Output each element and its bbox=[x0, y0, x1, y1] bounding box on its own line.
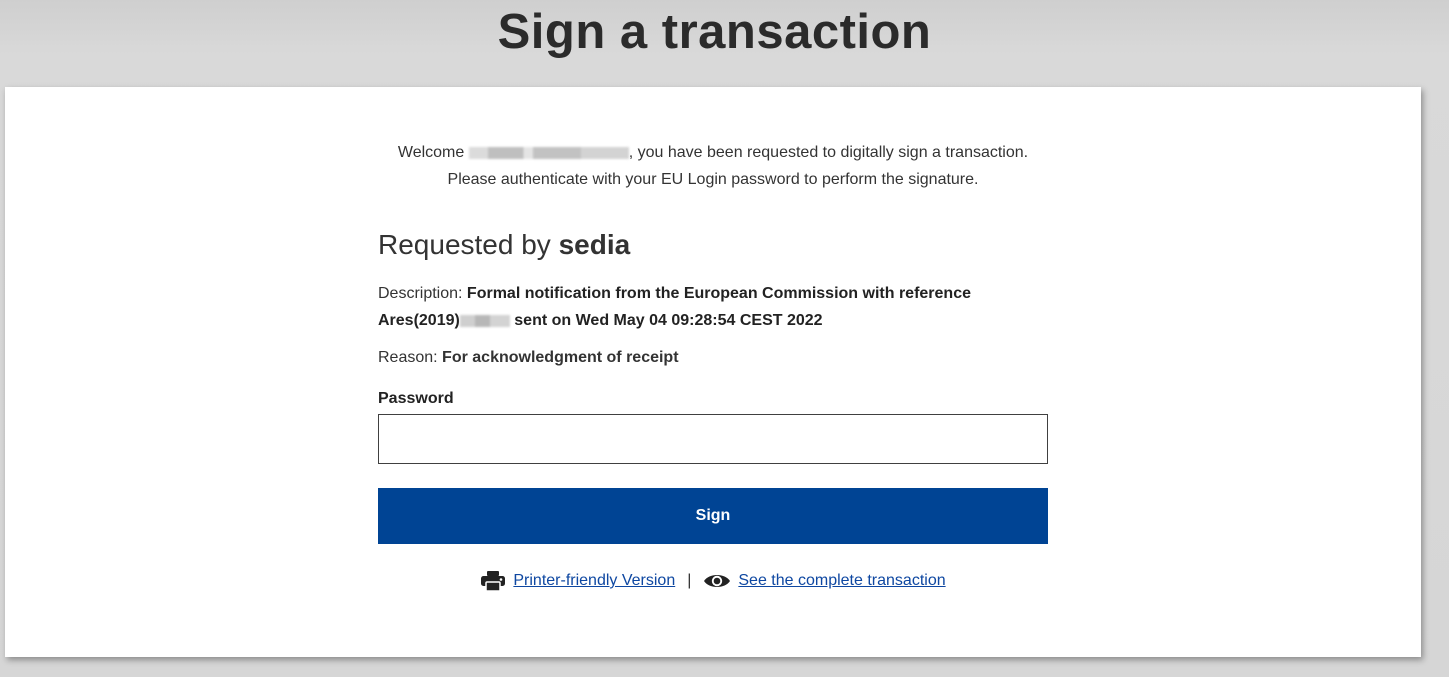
transaction-description: Description: Formal notification from th… bbox=[378, 280, 1048, 334]
page-title: Sign a transaction bbox=[497, 5, 932, 59]
reason-text: For acknowledgment of receipt bbox=[442, 349, 679, 366]
reason-label: Reason: bbox=[378, 349, 443, 366]
description-label: Description: bbox=[378, 285, 467, 302]
password-label: Password bbox=[378, 390, 454, 407]
transaction-reason: Reason: For acknowledgment of receipt bbox=[378, 349, 679, 367]
requested-by-heading: Requested by sedia bbox=[378, 229, 630, 261]
welcome-message: Welcome , you have been requested to dig… bbox=[378, 139, 1048, 193]
printer-friendly-link[interactable]: Printer-friendly Version bbox=[513, 572, 675, 590]
redacted-user-name bbox=[468, 146, 629, 159]
welcome-suffix: , you have been requested to digitally s… bbox=[628, 144, 1029, 161]
eye-icon[interactable] bbox=[703, 571, 731, 591]
complete-transaction-link[interactable]: See the complete transaction bbox=[738, 572, 945, 590]
welcome-prefix: Welcome bbox=[397, 144, 465, 161]
password-input[interactable] bbox=[378, 414, 1048, 464]
footer-links: Printer-friendly Version | See the compl… bbox=[378, 570, 1048, 592]
sign-button[interactable]: Sign bbox=[378, 488, 1048, 544]
requester-name: sedia bbox=[558, 229, 631, 260]
requested-prefix: Requested by bbox=[378, 229, 559, 260]
link-separator: | bbox=[687, 572, 692, 589]
welcome-instructions: Please authenticate with your EU Login p… bbox=[447, 171, 979, 188]
sign-panel: Welcome , you have been requested to dig… bbox=[5, 87, 1421, 657]
redacted-reference bbox=[459, 314, 510, 327]
printer-icon[interactable] bbox=[480, 570, 506, 592]
description-text-end: sent on Wed May 04 09:28:54 CEST 2022 bbox=[509, 312, 823, 329]
